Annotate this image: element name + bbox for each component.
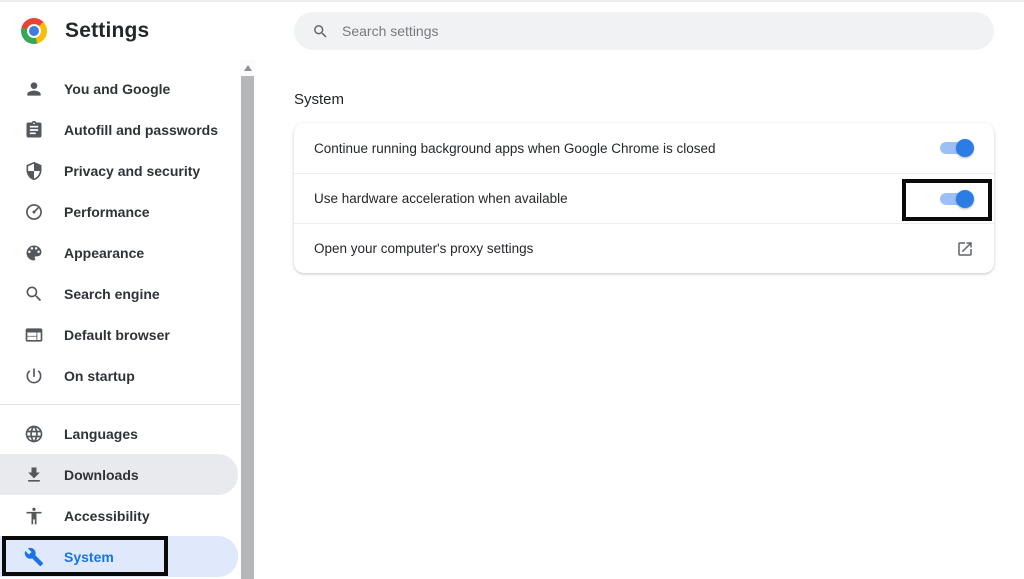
setting-row-proxy[interactable]: Open your computer's proxy settings — [294, 223, 994, 273]
clipboard-icon — [24, 120, 44, 140]
person-icon — [24, 79, 44, 99]
sidebar-item-label: Languages — [64, 426, 138, 442]
sidebar-item-performance[interactable]: Performance — [0, 191, 238, 232]
globe-icon — [24, 424, 44, 444]
sidebar-item-system[interactable]: System — [0, 536, 238, 577]
sidebar-item-autofill[interactable]: Autofill and passwords — [0, 109, 238, 150]
sidebar-item-search-engine[interactable]: Search engine — [0, 273, 238, 314]
sidebar-item-you-and-google[interactable]: You and Google — [0, 68, 238, 109]
search-bar[interactable] — [294, 12, 994, 50]
setting-row-background-apps: Continue running background apps when Go… — [294, 123, 994, 173]
system-settings-card: Continue running background apps when Go… — [294, 123, 994, 273]
sidebar-item-label: You and Google — [64, 81, 170, 97]
sidebar-item-label: System — [64, 549, 114, 565]
search-input[interactable] — [342, 23, 888, 39]
sidebar-item-label: Autofill and passwords — [64, 122, 218, 138]
search-icon — [312, 23, 329, 40]
sidebar-item-default-browser[interactable]: Default browser — [0, 314, 238, 355]
settings-main: System Continue running background apps … — [256, 0, 1024, 579]
sidebar-scrollbar[interactable] — [240, 60, 255, 579]
sidebar-divider — [0, 404, 240, 405]
sidebar-item-privacy[interactable]: Privacy and security — [0, 150, 238, 191]
window-top-edge — [0, 0, 1024, 2]
sidebar-item-label: Search engine — [64, 286, 160, 302]
browser-window-icon — [24, 325, 44, 345]
magnifier-icon — [24, 284, 44, 304]
settings-sidebar: Settings You and Google Autofill and pas… — [0, 0, 256, 579]
sidebar-header: Settings — [0, 0, 256, 62]
chrome-settings-page: Settings You and Google Autofill and pas… — [0, 0, 1024, 579]
sidebar-item-appearance[interactable]: Appearance — [0, 232, 238, 273]
system-section: System Continue running background apps … — [256, 92, 1024, 273]
chrome-logo-icon — [21, 18, 47, 44]
hardware-acceleration-toggle[interactable] — [940, 190, 974, 208]
setting-label: Open your computer's proxy settings — [314, 241, 533, 256]
sidebar-item-label: Default browser — [64, 327, 170, 343]
sidebar-item-label: Performance — [64, 204, 150, 220]
toggle-thumb — [956, 190, 974, 208]
sidebar-item-label: Downloads — [64, 467, 139, 483]
page-title: Settings — [65, 19, 149, 43]
scrollbar-thumb[interactable] — [241, 76, 254, 579]
sidebar-item-languages[interactable]: Languages — [0, 413, 238, 454]
open-in-new-icon[interactable] — [956, 240, 974, 258]
sidebar-item-label: Appearance — [64, 245, 144, 261]
download-icon — [24, 465, 44, 485]
setting-row-hardware-acceleration: Use hardware acceleration when available — [294, 173, 994, 223]
sidebar-item-downloads[interactable]: Downloads — [0, 454, 238, 495]
settings-nav: You and Google Autofill and passwords Pr… — [0, 68, 240, 577]
palette-icon — [24, 243, 44, 263]
setting-label: Continue running background apps when Go… — [314, 141, 716, 156]
toggle-thumb — [956, 139, 974, 157]
sidebar-item-label: On startup — [64, 368, 135, 384]
background-apps-toggle[interactable] — [940, 139, 974, 157]
search-row — [256, 0, 1024, 50]
accessibility-icon — [24, 506, 44, 526]
sidebar-item-accessibility[interactable]: Accessibility — [0, 495, 238, 536]
sidebar-item-label: Accessibility — [64, 508, 150, 524]
sidebar-item-label: Privacy and security — [64, 163, 200, 179]
wrench-icon — [24, 547, 44, 567]
shield-icon — [24, 161, 44, 181]
sidebar-item-on-startup[interactable]: On startup — [0, 355, 238, 396]
power-icon — [24, 366, 44, 386]
scrollbar-up-arrow-icon[interactable] — [240, 60, 255, 75]
setting-label: Use hardware acceleration when available — [314, 191, 568, 206]
speedometer-icon — [24, 202, 44, 222]
section-title: System — [294, 92, 994, 108]
